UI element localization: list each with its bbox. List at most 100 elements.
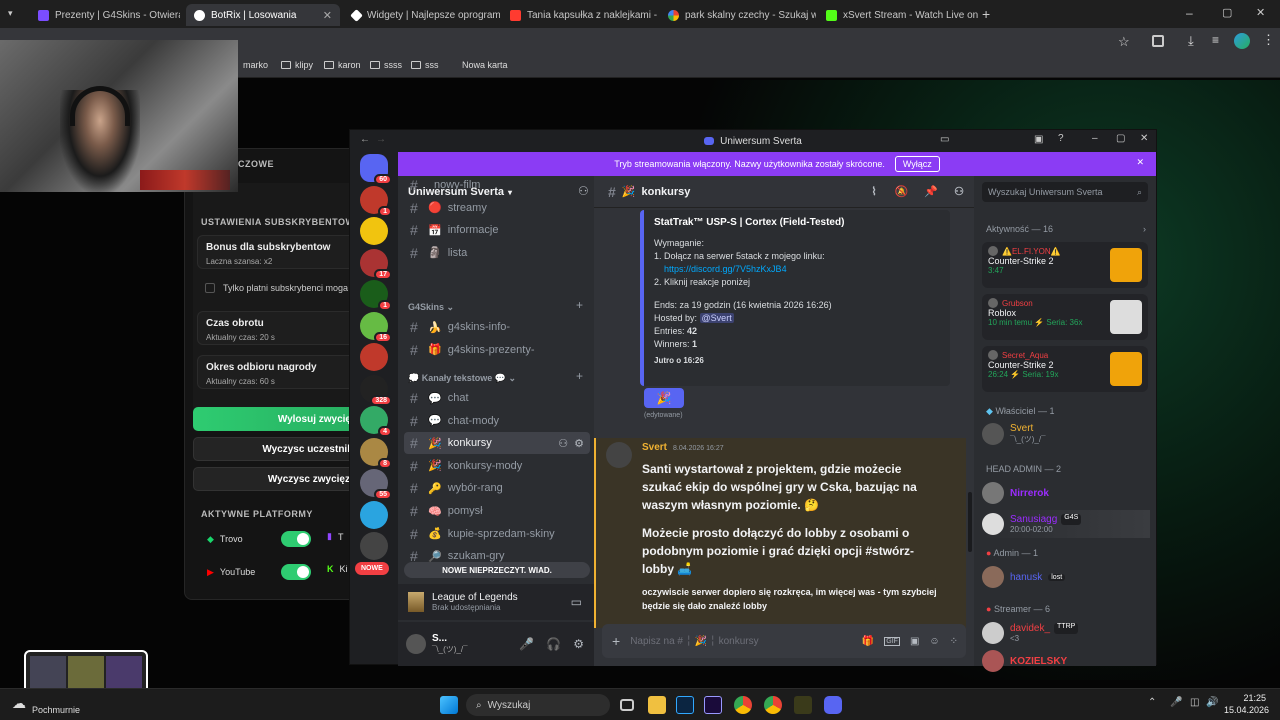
discord-taskbar-icon[interactable] <box>824 696 842 714</box>
members-icon[interactable]: ⚇ <box>954 185 964 198</box>
tab-botrix[interactable]: BotRix | Losowania ✕ <box>186 4 340 26</box>
clear-participants-button[interactable]: Wyczysc uczestnil <box>193 437 361 461</box>
tray-mic-icon[interactable]: 🎤 <box>1170 697 1182 708</box>
message-input[interactable]: + Napisz na # ╎ 🎉 ╎ konkursy 🎁 GIF ▣ ☺ ⁘ <box>602 624 966 658</box>
bookmark-klipy[interactable]: klipy <box>281 60 313 70</box>
server-icon[interactable]: 8 <box>360 437 392 469</box>
direct-messages-icon[interactable]: 60 <box>360 154 392 185</box>
user-info[interactable]: S... ¯\_(ツ)_/¯ <box>432 633 468 655</box>
photoshop-icon[interactable] <box>676 696 694 714</box>
channel-lista[interactable]: # 🗿 lista <box>404 242 590 264</box>
member-admin[interactable]: hanusk lost <box>982 566 1150 588</box>
weather-widget[interactable]: ☁ Pochmurnie <box>12 691 80 716</box>
profile-avatar[interactable] <box>1234 33 1250 49</box>
tab-youtube[interactable]: Tania kapsułka z naklejkami - St✕ <box>502 4 658 26</box>
close-banner-icon[interactable]: ✕ <box>1136 157 1144 168</box>
gift-icon[interactable]: 🎁 <box>862 636 874 647</box>
inbox-icon[interactable]: ▭ <box>940 134 949 145</box>
trovo-toggle[interactable] <box>281 531 311 547</box>
new-tab-icon[interactable]: + <box>982 6 990 22</box>
disable-streamer-mode-button[interactable]: Wyłącz <box>894 156 940 172</box>
back-arrow-icon[interactable]: ← <box>360 134 370 145</box>
bookmark-karon[interactable]: karon <box>324 60 361 70</box>
add-channel-icon[interactable]: + <box>576 369 583 383</box>
chrome-profile-icon[interactable] <box>764 696 782 714</box>
channel-wyb-r-rang[interactable]: # 🔑 wybór-rang <box>404 477 590 499</box>
tray-chevron-icon[interactable]: ⌃ <box>1148 697 1156 708</box>
emoji-icon[interactable]: ☺ <box>929 636 939 647</box>
premiere-icon[interactable] <box>704 696 722 714</box>
chrome-icon[interactable] <box>734 696 752 714</box>
microphone-icon[interactable]: 🎤 <box>519 637 534 651</box>
bookmark-ssss[interactable]: ssss <box>370 60 402 70</box>
chevron-right-icon[interactable]: › <box>1143 224 1146 234</box>
server-icon[interactable]: 16 <box>360 311 392 343</box>
member-sanusiagg[interactable]: Sanusiagg G4S 20:00-02:00 <box>982 510 1150 538</box>
enter-giveaway-button[interactable]: 🎉 <box>644 388 684 408</box>
download-icon[interactable]: ⤓ <box>1188 33 1194 49</box>
member-nirrerok[interactable]: Nirrerok <box>982 482 1150 504</box>
channel-informacje[interactable]: # 📅 informacje <box>404 219 590 241</box>
member-svert[interactable]: Svert ¯\_(ツ)_/¯ <box>982 423 1150 445</box>
help-icon[interactable]: ? <box>1058 133 1064 144</box>
server-icon[interactable]: 328 <box>360 374 392 406</box>
stream-icon[interactable]: ▣ <box>1034 134 1043 145</box>
server-icon[interactable]: 4 <box>360 406 392 437</box>
settings-gear-icon[interactable]: ⚙ <box>573 637 584 651</box>
server-icon[interactable] <box>360 532 388 560</box>
activity-card[interactable]: Secret_Aqua Counter-Strike 2 26:24 ⚡ Seria… <box>982 346 1148 392</box>
extensions-icon[interactable] <box>1152 35 1164 47</box>
server-icon[interactable] <box>360 343 388 371</box>
activity-card[interactable]: ⚠️EL.FI.YON⚠️ Counter-Strike 2 3:47 <box>982 242 1148 288</box>
new-unread-pill[interactable]: NOWE <box>355 562 389 575</box>
tab-widgety[interactable]: Widgety | Najlepsze oprogram✕ <box>344 4 500 26</box>
menu-dots-icon[interactable]: ⋮ <box>1262 32 1275 48</box>
svert-avatar[interactable] <box>606 442 632 468</box>
category-g4skins[interactable]: G4Skins ⌄ <box>408 302 454 313</box>
tray-network-icon[interactable]: ◫ <box>1190 697 1199 708</box>
server-icon[interactable]: 55 <box>360 469 392 500</box>
tray-volume-icon[interactable]: 🔊 <box>1206 697 1218 708</box>
host-mention[interactable]: @Svert <box>699 312 734 323</box>
discord-close-icon[interactable]: ✕ <box>1140 133 1148 144</box>
add-member-icon[interactable]: ⚇ <box>558 437 568 450</box>
media-icon[interactable]: ≡ <box>1212 33 1219 47</box>
clear-winners-button[interactable]: Wyczysc zwycięz <box>193 467 361 491</box>
bookmark-marko[interactable]: marko <box>243 60 268 70</box>
channel-nowy-film[interactable]: # nowy-film <box>404 174 590 196</box>
clock[interactable]: 21:25 15.04.2026 <box>1224 693 1269 716</box>
tab-google[interactable]: park skalny czechy - Szukaj w G✕ <box>660 4 816 26</box>
maximize-icon[interactable]: ▢ <box>1222 6 1232 19</box>
sticker-icon[interactable]: ▣ <box>910 636 919 647</box>
close-tab-icon[interactable]: ✕ <box>323 9 332 22</box>
minimize-icon[interactable]: – <box>1186 6 1193 20</box>
close-window-icon[interactable]: ✕ <box>1256 6 1265 19</box>
file-explorer-icon[interactable] <box>648 696 666 714</box>
channel-konkursy[interactable]: # 🎉 konkursy ⚇ ⚙ <box>404 432 590 455</box>
bookmark-star-icon[interactable]: ☆ <box>1118 34 1130 50</box>
discord-maximize-icon[interactable]: ▢ <box>1116 133 1125 144</box>
channel-konkursy-mody[interactable]: # 🎉 konkursy-mody <box>404 455 590 477</box>
channel-szukam-gry[interactable]: # 🔎 szukam-gry <box>404 545 590 567</box>
message-author[interactable]: Svert <box>642 442 667 453</box>
taskbar-search[interactable]: ⌕ Wyszukaj <box>466 694 610 716</box>
member-kozielsky[interactable]: KOZIELSKY <box>982 650 1150 672</box>
channel-g4skins-prezenty-[interactable]: # 🎁 g4skins-prezenty- <box>404 339 590 361</box>
only-subs-row[interactable]: Tylko platni subskrybenci moga <box>205 283 348 293</box>
forward-arrow-icon[interactable]: → <box>376 134 386 145</box>
channel-chat-mody[interactable]: # 💬 chat-mody <box>404 410 590 432</box>
headphones-icon[interactable]: 🎧 <box>546 637 561 651</box>
search-box[interactable]: Wyszukaj Uniwersum Sverta ⌕ <box>982 182 1148 202</box>
channel-g4skins-info-[interactable]: # 🍌 g4skins-info- <box>404 316 590 338</box>
giveaway-link[interactable]: https://discord.gg/7V5hzKxJB4 <box>654 263 940 276</box>
server-icon[interactable] <box>360 217 388 245</box>
apps-icon[interactable]: ⁘ <box>950 636 958 647</box>
draw-winner-button[interactable]: Wylosuj zwycię <box>193 407 361 431</box>
chat-scrollbar[interactable] <box>968 492 972 552</box>
channel-streamy[interactable]: # 🔴 streamy <box>404 197 590 219</box>
add-channel-icon[interactable]: + <box>576 298 583 312</box>
threads-icon[interactable]: ⌇ <box>871 185 876 198</box>
activity-card[interactable]: Grubson Roblox 10 min temu ⚡ Seria: 36x <box>982 294 1148 340</box>
tab-g4skins[interactable]: Prezenty | G4Skins - Otwieraj sk✕ <box>30 4 180 26</box>
checkbox[interactable] <box>205 283 215 293</box>
